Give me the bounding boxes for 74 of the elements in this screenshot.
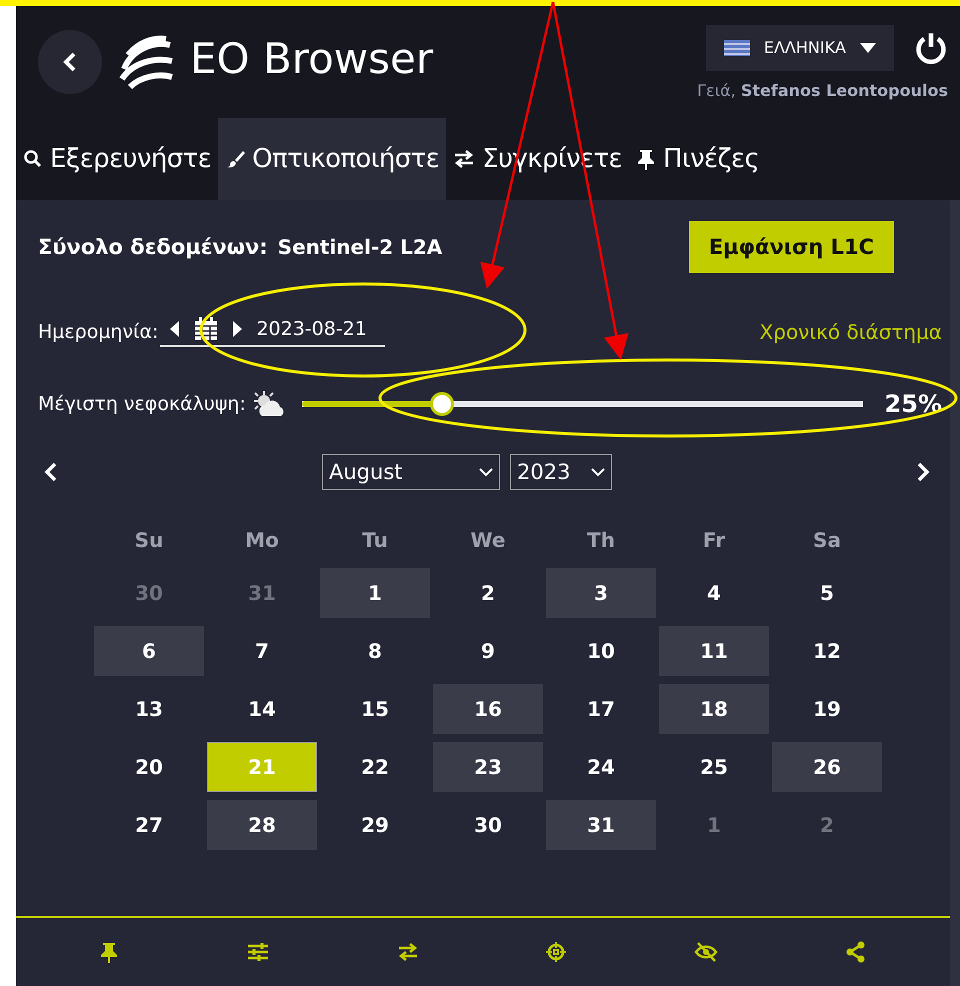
calendar-day[interactable]: 25 <box>659 742 769 792</box>
calendar-day[interactable]: 2 <box>433 568 543 618</box>
time-range-link[interactable]: Χρονικό διάστημα <box>760 320 942 344</box>
eye-off-icon[interactable] <box>694 941 718 963</box>
calendar-day[interactable]: 3 <box>546 568 656 618</box>
chevron-down-icon <box>479 468 493 476</box>
cloud-coverage-value: 25% <box>884 390 942 418</box>
calendar-day[interactable]: 18 <box>659 684 769 734</box>
calendar-day[interactable]: 9 <box>433 626 543 676</box>
calendar-day[interactable]: 27 <box>94 800 204 850</box>
date-label: Ημερομηνία: <box>38 321 158 343</box>
calendar-day[interactable]: 7 <box>207 626 317 676</box>
power-icon[interactable] <box>914 30 948 64</box>
month-dropdown[interactable]: August <box>322 454 500 490</box>
next-icon[interactable] <box>232 321 242 337</box>
flag-icon <box>724 40 750 56</box>
dataset-name: Sentinel-2 L2A <box>278 235 442 259</box>
pin-icon[interactable] <box>99 941 120 963</box>
pin-icon <box>636 148 656 170</box>
calendar-day[interactable]: 10 <box>546 626 656 676</box>
tab[interactable]: Οπτικοποιήστε <box>218 118 446 200</box>
sliders-icon[interactable] <box>246 941 270 963</box>
year-dropdown[interactable]: 2023 <box>510 454 612 490</box>
date-field[interactable]: 2023-08-21 <box>160 317 385 347</box>
weekday-label: Mo <box>244 527 280 554</box>
cloud-coverage-label: Μέγιστη νεφοκάλυψη: <box>38 393 246 415</box>
weekday-label: Tu <box>361 527 389 554</box>
calendar-day[interactable]: 20 <box>94 742 204 792</box>
calendar-day[interactable]: 16 <box>433 684 543 734</box>
swap-arrows-icon <box>453 149 476 169</box>
calendar-day[interactable]: 24 <box>546 742 656 792</box>
language-dropdown[interactable]: ΕΛΛΗΝΙΚΑ <box>706 24 894 70</box>
calendar-day[interactable]: 29 <box>320 800 430 850</box>
slider-handle[interactable] <box>430 392 454 416</box>
tab[interactable]: Πινέζες <box>628 118 766 200</box>
weekday-label: Th <box>586 527 616 554</box>
calendar-day[interactable]: 13 <box>94 684 204 734</box>
share-icon[interactable] <box>844 941 867 963</box>
next-month-icon[interactable] <box>916 462 930 482</box>
calendar-day[interactable]: 17 <box>546 684 656 734</box>
calendar-day[interactable]: 31 <box>546 800 656 850</box>
app-title: EO Browser <box>190 34 434 82</box>
previous-month-icon[interactable] <box>44 462 58 482</box>
calendar-day[interactable]: 8 <box>320 626 430 676</box>
calendar-day[interactable]: 26 <box>772 742 882 792</box>
search-icon <box>23 149 43 169</box>
calendar-day[interactable]: 22 <box>320 742 430 792</box>
calendar-day[interactable]: 14 <box>207 684 317 734</box>
dataset-label: Σύνολο δεδομένων: <box>38 235 268 259</box>
calendar-day[interactable]: 6 <box>94 626 204 676</box>
weekday-label: Fr <box>702 527 726 554</box>
weekday-label: We <box>470 527 506 554</box>
swap-arrows-icon[interactable] <box>396 942 419 962</box>
tab[interactable]: Εξερευνήστε <box>16 118 218 200</box>
caret-icon <box>860 42 876 52</box>
show-l1c-button[interactable]: Εμφάνιση L1C <box>688 221 894 273</box>
crosshair-icon[interactable] <box>545 941 568 963</box>
chevron-down-icon <box>591 468 605 476</box>
weekday-label: Su <box>134 527 164 554</box>
calendar-day[interactable]: 19 <box>772 684 882 734</box>
calendar-day[interactable]: 4 <box>659 568 769 618</box>
greeting-text: Γειά, Stefanos Leontopoulos <box>697 80 948 100</box>
calendar-day[interactable]: 23 <box>433 742 543 792</box>
calendar-day[interactable]: 5 <box>772 568 882 618</box>
calendar-day[interactable]: 30 <box>433 800 543 850</box>
cloud-sun-icon <box>252 390 286 418</box>
weekday-label: Sa <box>812 527 842 554</box>
chevron-left-icon <box>63 52 77 72</box>
calendar-day[interactable]: 28 <box>207 800 317 850</box>
calendar-day[interactable]: 15 <box>320 684 430 734</box>
calendar-day[interactable]: 12 <box>772 626 882 676</box>
previous-icon[interactable] <box>170 321 180 337</box>
calendar-day[interactable]: 1 <box>320 568 430 618</box>
calendar-day[interactable]: 11 <box>659 626 769 676</box>
